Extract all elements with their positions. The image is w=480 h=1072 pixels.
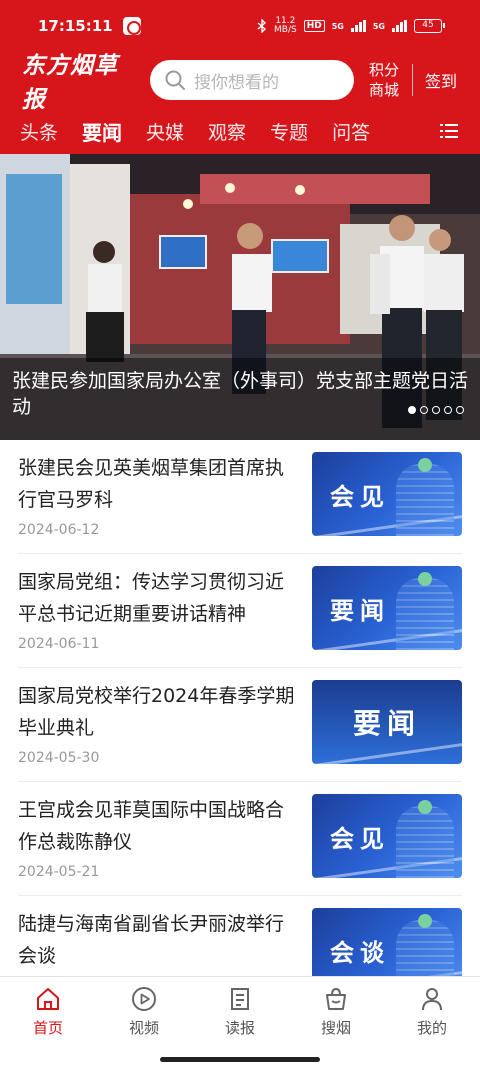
carousel-indicator (408, 406, 464, 414)
bottom-navigation: 首页 视频 读报 搜烟 我的 (0, 976, 480, 1072)
globe-logo-icon (418, 458, 432, 472)
nav-search-tobacco-label: 搜烟 (320, 1019, 351, 1037)
user-icon (422, 988, 442, 1011)
search-placeholder: 搜你想看的 (194, 72, 279, 93)
tab-qa[interactable]: 问答 (332, 118, 370, 145)
news-title: 陆捷与海南省副省长尹丽波举行会谈 (18, 913, 285, 967)
thumbnail-label: 要闻 (330, 596, 390, 625)
signal-bars-2-icon (392, 20, 407, 32)
news-item[interactable]: 国家局党校举行2024年春季学期毕业典礼 2024-05-30 要闻 (18, 668, 462, 782)
news-title: 王宫成会见菲莫国际中国战略合作总裁陈静仪 (18, 799, 285, 853)
status-bar: 17:15:11 11.2 MB/S HD 5G 5G 45 (0, 0, 480, 52)
tab-central-media[interactable]: 央媒 (146, 118, 184, 145)
points-mall-line1: 积分 (368, 61, 399, 79)
nav-home[interactable]: 首页 (0, 977, 96, 1049)
news-item[interactable]: 国家局党组：传达学习贯彻习近平总书记近期重要讲话精神 2024-06-11 要闻 (18, 554, 462, 668)
news-date: 2024-05-30 (18, 750, 100, 766)
tab-headlines[interactable]: 头条 (20, 118, 58, 145)
status-time: 17:15:11 (38, 17, 113, 35)
signal-bars-1-icon (350, 20, 366, 32)
search-icon (165, 70, 185, 90)
banner-caption: 张建民参加国家局办公室（外事司）党支部主题党日活动 (0, 358, 480, 440)
header-divider (412, 64, 413, 96)
news-date: 2024-05-21 (18, 864, 100, 880)
news-item[interactable]: 张建民会见英美烟草集团首席执行官马罗科 2024-06-12 会见 (18, 440, 462, 554)
news-title: 国家局党组：传达学习贯彻习近平总书记近期重要讲话精神 (18, 571, 285, 625)
thumbnail-label: 要闻 (352, 707, 421, 740)
globe-logo-icon (418, 914, 432, 928)
nav-profile[interactable]: 我的 (384, 977, 480, 1049)
carousel-dot-2 (420, 406, 428, 414)
points-mall-line2: 商城 (368, 81, 399, 99)
nav-search-tobacco[interactable]: 搜烟 (288, 977, 384, 1049)
network-speed-unit: MB/S (274, 25, 297, 35)
signin-button[interactable]: 签到 (425, 68, 457, 92)
status-indicators: 11.2 MB/S HD 5G 5G 45 (257, 17, 445, 35)
globe-logo-icon (418, 572, 432, 586)
carousel-dot-1 (408, 406, 416, 414)
newspaper-icon (231, 988, 249, 1010)
news-thumbnail: 会见 (312, 794, 462, 878)
network-speed: 11.2 MB/S (274, 17, 297, 35)
notification-app-icon (122, 17, 141, 35)
tab-news[interactable]: 要闻 (82, 117, 122, 146)
home-indicator-bar[interactable] (160, 1057, 320, 1062)
top-red-header: 17:15:11 11.2 MB/S HD 5G 5G 45 东方烟草报 搜你想看… (0, 0, 480, 154)
news-date: 2024-06-12 (18, 522, 100, 538)
signal-5g-label-2: 5G (372, 21, 385, 31)
video-play-icon (132, 987, 156, 1011)
nav-video-label: 视频 (128, 1019, 159, 1037)
signal-5g-label-1: 5G (331, 21, 344, 31)
app-logo: 东方烟草报 (22, 52, 118, 113)
hd-badge: HD (303, 20, 325, 32)
carousel-dot-5 (456, 406, 464, 414)
news-item-text: 国家局党校举行2024年春季学期毕业典礼 2024-05-30 (18, 680, 312, 781)
carousel-dot-4 (444, 406, 452, 414)
nav-newspaper[interactable]: 读报 (192, 977, 288, 1049)
thumbnail-label: 会见 (330, 482, 390, 511)
nav-video[interactable]: 视频 (96, 977, 192, 1049)
app-header: 东方烟草报 搜你想看的 积分 商城 签到 (0, 52, 480, 113)
channel-menu-icon[interactable] (440, 123, 458, 139)
news-item-text: 张建民会见英美烟草集团首席执行官马罗科 2024-06-12 (18, 452, 312, 553)
nav-profile-label: 我的 (416, 1019, 447, 1037)
news-item-text: 国家局党组：传达学习贯彻习近平总书记近期重要讲话精神 2024-06-11 (18, 566, 312, 667)
carousel-dot-3 (432, 406, 440, 414)
nav-newspaper-label: 读报 (224, 1019, 255, 1037)
news-thumbnail: 会见 (312, 452, 462, 536)
bluetooth-icon (257, 19, 267, 33)
news-thumbnail: 要闻 (312, 566, 462, 650)
tab-observation[interactable]: 观察 (208, 118, 246, 145)
news-item[interactable]: 王宫成会见菲莫国际中国战略合作总裁陈静仪 2024-05-21 会见 (18, 782, 462, 896)
nav-home-label: 首页 (32, 1019, 63, 1037)
featured-banner[interactable]: 张建民参加国家局办公室（外事司）党支部主题党日活动 (0, 154, 480, 440)
tab-topics[interactable]: 专题 (270, 118, 308, 145)
news-item-text: 王宫成会见菲莫国际中国战略合作总裁陈静仪 2024-05-21 (18, 794, 312, 895)
news-title: 国家局党校举行2024年春季学期毕业典礼 (18, 685, 295, 739)
thumbnail-label: 会见 (330, 824, 390, 853)
search-input[interactable]: 搜你想看的 (150, 60, 354, 100)
globe-logo-icon (418, 800, 432, 814)
news-list: 张建民会见英美烟草集团首席执行官马罗科 2024-06-12 会见 国家局党组：… (0, 440, 480, 1010)
news-date: 2024-06-11 (18, 636, 100, 652)
home-icon (37, 988, 59, 1010)
shopping-bag-icon (326, 987, 346, 1010)
channel-tabs: 头条 要闻 央媒 观察 专题 问答 (0, 108, 480, 154)
points-mall-button[interactable]: 积分 商城 (366, 60, 402, 100)
news-thumbnail: 要闻 (312, 680, 462, 764)
battery-icon: 45 (414, 19, 445, 33)
news-title: 张建民会见英美烟草集团首席执行官马罗科 (18, 457, 285, 511)
